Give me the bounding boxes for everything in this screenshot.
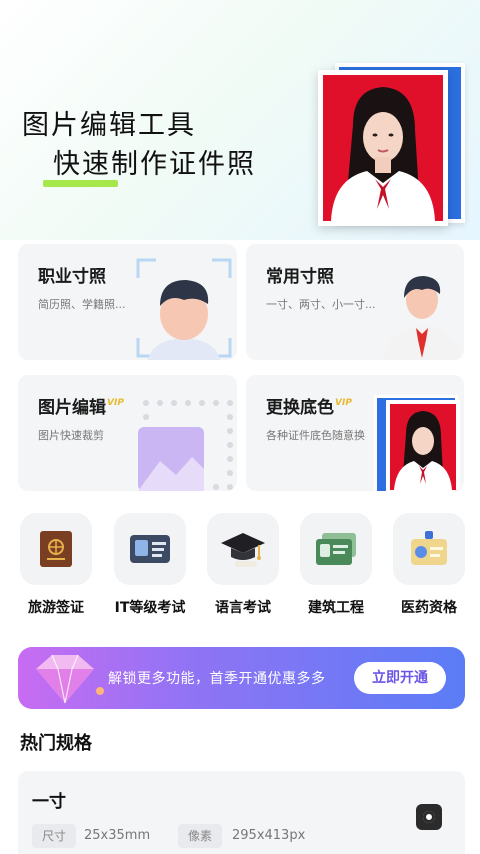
camera-icon[interactable] <box>416 804 442 830</box>
size-tag: 尺寸 <box>32 824 77 848</box>
spec-name: 一寸 <box>32 792 66 812</box>
vip-promo-banner[interactable]: 解锁更多功能，首季开通优惠多多 立即开通 <box>18 647 465 709</box>
hot-specs-title: 热门规格 <box>20 733 92 754</box>
diamond-icon <box>36 654 104 704</box>
category-label: 建筑工程 <box>308 600 364 616</box>
card-title: 图片编辑VIP <box>38 398 124 418</box>
hero-underline <box>43 180 118 187</box>
license-cards-icon <box>316 533 356 565</box>
category-construction[interactable]: 建筑工程 <box>297 513 375 617</box>
card-title: 更换底色VIP <box>266 398 352 418</box>
card-common-photo[interactable]: 常用寸照 一寸、两寸、小一寸... <box>246 244 464 360</box>
hero-title-line1: 图片编辑工具 <box>22 110 196 141</box>
portrait-thumbnail <box>394 411 452 490</box>
category-icon-box <box>114 513 186 585</box>
category-label: 医药资格 <box>401 600 457 616</box>
graduation-cap-icon <box>221 533 265 567</box>
category-it-exam[interactable]: IT等级考试 <box>111 513 189 617</box>
red-id-photo <box>386 400 460 491</box>
card-photo-edit[interactable]: 图片编辑VIP 图片快速裁剪 <box>18 375 237 491</box>
spec-item-one-inch[interactable]: 一寸 尺寸 25x35mm 像素 295x413px <box>18 771 465 854</box>
category-travel-visa[interactable]: 旅游签证 <box>17 513 95 617</box>
hero-id-photo <box>318 70 448 226</box>
category-label: 旅游签证 <box>28 600 84 616</box>
card-subtitle: 图片快速裁剪 <box>38 429 104 442</box>
passport-icon <box>40 531 72 567</box>
category-icon-box <box>207 513 279 585</box>
badge-icon <box>411 531 447 565</box>
category-icon-box <box>300 513 372 585</box>
category-medical-qualification[interactable]: 医药资格 <box>390 513 468 617</box>
card-title: 职业寸照 <box>38 267 106 287</box>
banner-text: 解锁更多功能，首季开通优惠多多 <box>108 671 326 687</box>
image-crop-icon <box>138 400 233 491</box>
hero-title-line2: 快速制作证件照 <box>53 149 256 180</box>
category-language-exam[interactable]: 语言考试 <box>204 513 282 617</box>
category-label: IT等级考试 <box>114 600 186 616</box>
id-card-icon <box>130 535 170 563</box>
card-subtitle: 一寸、两寸、小一寸... <box>266 298 376 311</box>
businessman-icon <box>384 276 462 360</box>
card-subtitle: 简历照、学籍照... <box>38 298 126 311</box>
size-value: 25x35mm <box>84 828 151 843</box>
open-now-button[interactable]: 立即开通 <box>354 662 446 694</box>
card-title: 常用寸照 <box>266 267 334 287</box>
card-professional-photo[interactable]: 职业寸照 简历照、学籍照... <box>18 244 237 360</box>
category-icon-box <box>20 513 92 585</box>
portrait-illustration <box>331 87 435 221</box>
card-change-background[interactable]: 更换底色VIP 各种证件底色随意换 <box>246 375 464 491</box>
vip-badge: VIP <box>335 398 352 408</box>
category-icon-box <box>393 513 465 585</box>
pixel-value: 295x413px <box>232 828 306 843</box>
man-avatar-icon <box>136 258 232 360</box>
category-label: 语言考试 <box>215 600 271 616</box>
card-subtitle: 各种证件底色随意换 <box>266 429 365 442</box>
pixel-tag: 像素 <box>178 824 223 848</box>
vip-badge: VIP <box>107 398 124 408</box>
